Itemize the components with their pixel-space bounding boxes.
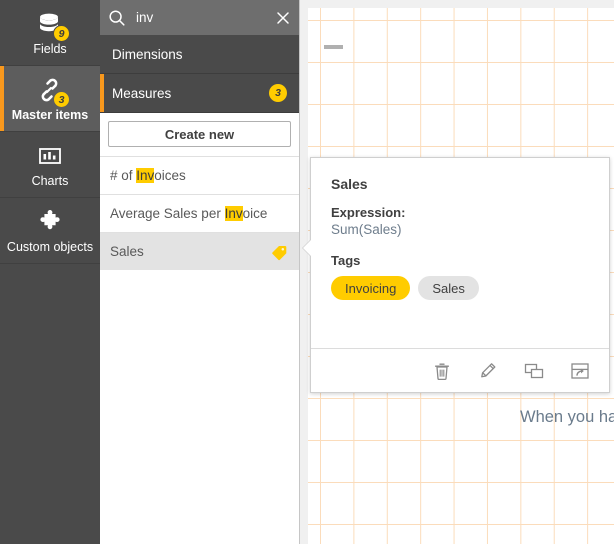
tag-pill-sales[interactable]: Sales [418, 276, 479, 300]
master-items-panel: inv Dimensions Measures 3 Create new # o… [100, 0, 300, 544]
search-icon [108, 9, 126, 27]
popover-pointer [303, 240, 311, 256]
measure-name: # of Invoices [110, 168, 289, 183]
create-new-button[interactable]: Create new [108, 121, 291, 147]
link-icon: 3 [33, 75, 67, 105]
add-to-sheet-icon[interactable] [569, 360, 591, 382]
puzzle-icon [33, 207, 67, 237]
expression-value: Sum(Sales) [331, 222, 589, 237]
sidebar-item-charts[interactable]: Charts [0, 132, 100, 198]
search-bar[interactable]: inv [100, 0, 299, 35]
sidebar-item-custom-objects[interactable]: Custom objects [0, 198, 100, 264]
section-measures-label: Measures [112, 86, 269, 101]
list-item[interactable]: Average Sales per Invoice [100, 194, 299, 232]
expression-label: Expression: [331, 205, 589, 220]
measure-name: Sales [110, 244, 271, 259]
tags-label: Tags [331, 253, 589, 268]
list-item[interactable]: # of Invoices [100, 156, 299, 194]
qlik-asset-panel-screen: 9 Fields 3 Master items [0, 0, 614, 544]
sidebar-item-custom-objects-label: Custom objects [7, 240, 93, 254]
delete-icon[interactable] [431, 360, 453, 382]
tags-container: Invoicing Sales [331, 276, 589, 300]
edit-icon[interactable] [477, 360, 499, 382]
create-new-container: Create new [100, 113, 299, 156]
popover-title: Sales [331, 176, 589, 192]
tag-icon [271, 243, 289, 261]
measures-list: # of Invoices Average Sales per Invoice … [100, 156, 299, 270]
popover-body: Sales Expression: Sum(Sales) Tags Invoic… [311, 158, 609, 348]
sidebar-item-master-items[interactable]: 3 Master items [0, 66, 100, 132]
section-measures[interactable]: Measures 3 [100, 74, 299, 113]
database-icon: 9 [33, 9, 67, 39]
search-highlight: Inv [136, 168, 154, 183]
popover-action-bar [311, 348, 609, 392]
sidebar-item-master-items-label: Master items [12, 108, 88, 122]
tag-pill-invoicing[interactable]: Invoicing [331, 276, 410, 300]
sidebar-item-charts-label: Charts [32, 174, 69, 188]
section-dimensions-label: Dimensions [112, 47, 287, 62]
duplicate-icon[interactable] [523, 360, 545, 382]
close-icon[interactable] [275, 10, 291, 26]
search-highlight: Inv [225, 206, 243, 221]
master-items-count-badge: 3 [53, 91, 70, 108]
section-dimensions[interactable]: Dimensions [100, 35, 299, 74]
fields-count-badge: 9 [53, 25, 70, 42]
sidebar-item-fields[interactable]: 9 Fields [0, 0, 100, 66]
search-input[interactable]: inv [136, 10, 275, 25]
measure-name: Average Sales per Invoice [110, 206, 289, 221]
measure-details-popover: Sales Expression: Sum(Sales) Tags Invoic… [310, 157, 610, 393]
bar-chart-icon [33, 141, 67, 171]
sidebar-item-fields-label: Fields [33, 42, 66, 56]
list-item-selected[interactable]: Sales [100, 232, 299, 270]
asset-rail: 9 Fields 3 Master items [0, 0, 100, 544]
placeholder-dash [324, 45, 343, 49]
empty-sheet-message: When you hav [520, 408, 614, 427]
measures-count-badge: 3 [269, 84, 287, 102]
